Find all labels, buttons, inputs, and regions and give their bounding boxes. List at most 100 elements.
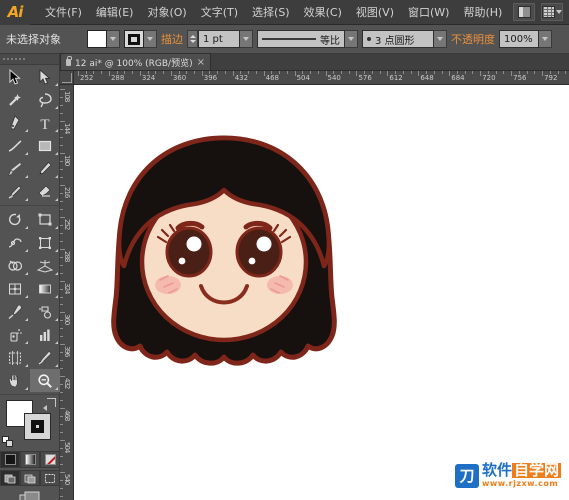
direct-selection-tool[interactable] — [30, 65, 60, 88]
tool-flyout-indicator[interactable] — [25, 387, 28, 390]
selection-tool[interactable] — [0, 65, 30, 88]
mesh-tool[interactable] — [0, 277, 30, 300]
draw-normal[interactable] — [0, 470, 20, 486]
menu-view[interactable]: 视图(V) — [349, 3, 401, 22]
menu-effect[interactable]: 效果(C) — [297, 3, 349, 22]
ruler-corner[interactable] — [60, 71, 74, 85]
stepper-down-icon[interactable] — [190, 40, 196, 43]
tool-flyout-indicator[interactable] — [25, 226, 28, 229]
toolbar-stroke-swatch[interactable] — [24, 413, 51, 440]
opacity-label[interactable]: 不透明度 — [451, 31, 495, 47]
opacity-group[interactable]: 100% — [499, 30, 552, 48]
opacity-dropdown[interactable] — [539, 30, 552, 48]
tool-flyout-indicator[interactable] — [55, 226, 58, 229]
swap-fill-stroke-icon[interactable] — [47, 398, 56, 407]
menu-window[interactable]: 窗口(W) — [401, 3, 456, 22]
document-tab[interactable]: 12 ai* @ 100% (RGB/预览) × — [60, 53, 211, 70]
bridge-button[interactable] — [513, 3, 535, 21]
blob-brush-tool[interactable] — [0, 180, 30, 203]
eraser-tool[interactable] — [30, 180, 60, 203]
close-icon[interactable]: × — [197, 58, 205, 67]
menu-file[interactable]: 文件(F) — [38, 3, 89, 22]
tool-flyout-indicator[interactable] — [55, 341, 58, 344]
column-graph-tool[interactable] — [30, 323, 60, 346]
width-tool[interactable] — [0, 231, 30, 254]
tool-flyout-indicator[interactable] — [55, 106, 58, 109]
workspace-switcher-button[interactable] — [541, 3, 563, 21]
fill-swatch-group[interactable] — [87, 30, 120, 48]
stroke-swatch-dropdown[interactable] — [144, 30, 157, 48]
brush-definition-dropdown[interactable] — [434, 30, 447, 48]
scale-tool[interactable] — [30, 208, 60, 231]
artboard-canvas[interactable] — [74, 85, 569, 500]
color-mode-gradient[interactable] — [20, 451, 40, 468]
tool-flyout-indicator[interactable] — [55, 129, 58, 132]
fill-swatch-dropdown[interactable] — [107, 30, 120, 48]
free-transform-tool[interactable] — [30, 231, 60, 254]
stroke-weight-group[interactable]: 1 pt — [187, 30, 253, 48]
tools-panel-grip[interactable] — [0, 54, 59, 65]
stroke-label[interactable]: 描边 — [161, 31, 183, 47]
magic-wand-tool[interactable] — [0, 88, 30, 111]
tool-flyout-indicator[interactable] — [25, 272, 28, 275]
tool-flyout-indicator[interactable] — [25, 129, 28, 132]
stroke-profile-group[interactable]: 等比 — [257, 30, 358, 48]
draw-behind[interactable] — [20, 470, 40, 486]
tool-flyout-indicator[interactable] — [55, 295, 58, 298]
pencil-tool[interactable] — [30, 157, 60, 180]
stroke-swatch-group[interactable] — [124, 30, 157, 48]
tool-flyout-indicator[interactable] — [25, 152, 28, 155]
paintbrush-tool[interactable] — [0, 157, 30, 180]
stroke-weight-input[interactable]: 1 pt — [198, 30, 240, 48]
opacity-input[interactable]: 100% — [499, 30, 539, 48]
cartoon-girl-face[interactable] — [84, 130, 364, 390]
vertical-ruler[interactable]: 108144180216252288324360396432468504540 — [60, 85, 74, 500]
screen-mode-button[interactable] — [0, 491, 59, 500]
lasso-tool[interactable] — [30, 88, 60, 111]
tool-flyout-indicator[interactable] — [55, 272, 58, 275]
tool-flyout-indicator[interactable] — [55, 175, 58, 178]
tool-flyout-indicator[interactable] — [25, 318, 28, 321]
color-mode-solid[interactable] — [0, 451, 20, 468]
stroke-profile-select[interactable]: 等比 — [257, 30, 345, 48]
slice-tool[interactable] — [30, 346, 60, 369]
tool-flyout-indicator[interactable] — [55, 152, 58, 155]
tool-flyout-indicator[interactable] — [25, 341, 28, 344]
menu-type[interactable]: 文字(T) — [194, 3, 245, 22]
tool-flyout-indicator[interactable] — [55, 318, 58, 321]
perspective-grid-tool[interactable] — [30, 254, 60, 277]
menu-edit[interactable]: 编辑(E) — [89, 3, 141, 22]
tool-flyout-indicator[interactable] — [55, 249, 58, 252]
stroke-weight-dropdown[interactable] — [240, 30, 253, 48]
tool-flyout-indicator[interactable] — [25, 198, 28, 201]
draw-inside[interactable] — [40, 470, 60, 486]
rotate-tool[interactable] — [0, 208, 30, 231]
tool-flyout-indicator[interactable] — [25, 295, 28, 298]
symbol-sprayer-tool[interactable] — [0, 323, 30, 346]
tool-flyout-indicator[interactable] — [25, 364, 28, 367]
brush-definition-select[interactable]: 3 点圆形 — [362, 30, 434, 48]
stroke-swatch[interactable] — [124, 30, 144, 48]
zoom-tool[interactable] — [30, 369, 60, 392]
artboard-tool[interactable] — [0, 346, 30, 369]
tool-flyout-indicator[interactable] — [55, 198, 58, 201]
type-tool[interactable]: T — [30, 111, 60, 134]
pen-tool[interactable] — [0, 111, 30, 134]
default-fill-stroke-icon[interactable] — [2, 436, 13, 447]
tool-flyout-indicator[interactable] — [55, 387, 58, 390]
tool-flyout-indicator[interactable] — [55, 364, 58, 367]
hand-tool[interactable] — [0, 369, 30, 392]
fill-swatch[interactable] — [87, 30, 107, 48]
stroke-profile-dropdown[interactable] — [345, 30, 358, 48]
eyedropper-tool[interactable] — [0, 300, 30, 323]
tool-flyout-indicator[interactable] — [25, 175, 28, 178]
stepper-up-icon[interactable] — [190, 35, 196, 38]
line-segment-tool[interactable] — [0, 134, 30, 157]
blend-tool[interactable] — [30, 300, 60, 323]
shape-builder-tool[interactable] — [0, 254, 30, 277]
menu-help[interactable]: 帮助(H) — [456, 3, 509, 22]
gradient-tool[interactable] — [30, 277, 60, 300]
stroke-weight-stepper[interactable] — [187, 30, 198, 48]
menu-object[interactable]: 对象(O) — [140, 3, 193, 22]
color-mode-none[interactable] — [40, 451, 60, 468]
